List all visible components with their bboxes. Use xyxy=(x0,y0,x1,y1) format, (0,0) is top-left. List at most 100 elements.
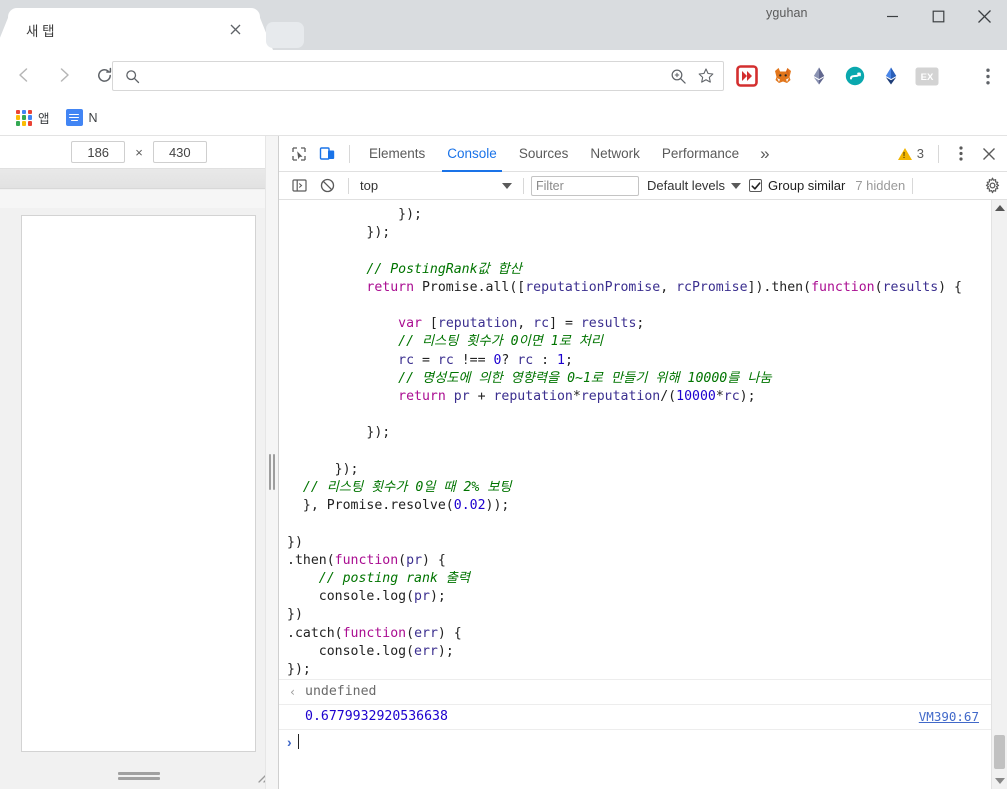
chrome-browser-window: 새 탭 yguhan EX 앱 N 186 × 430 Elements Con… xyxy=(0,0,1007,789)
tab-sources[interactable]: Sources xyxy=(508,136,580,172)
code-token: reputation xyxy=(493,389,573,405)
inspect-element-icon[interactable] xyxy=(285,140,313,168)
teal-circle-extension-icon[interactable] xyxy=(840,61,870,91)
warning-count-label: 3 xyxy=(916,146,924,161)
console-context-selector[interactable]: top xyxy=(356,176,516,196)
scrollbar-down-arrow-icon[interactable] xyxy=(992,773,1007,789)
tab-strip: 새 탭 yguhan xyxy=(0,0,1007,50)
browser-tab[interactable]: 새 탭 xyxy=(0,8,273,50)
warning-count-badge[interactable]: 3 xyxy=(892,146,930,161)
bookmark-item-n[interactable]: N xyxy=(60,105,104,130)
code-line: }); xyxy=(287,424,983,442)
code-token: 10000 xyxy=(676,389,716,405)
console-toolbar: top Default levels Group similar 7 hidde… xyxy=(279,172,1007,200)
devtools-close-icon[interactable] xyxy=(975,140,1003,168)
viewport-resize-handle[interactable] xyxy=(118,772,160,780)
device-emulation-pane: 186 × 430 xyxy=(0,136,279,789)
code-line: console.log(err); xyxy=(287,643,983,661)
bookmarks-bar: 앱 N xyxy=(0,100,1007,136)
minimize-icon[interactable] xyxy=(869,0,915,32)
console-filter-input[interactable] xyxy=(531,175,639,196)
ethereum-blue-extension-icon[interactable] xyxy=(876,61,906,91)
console-levels-label: Default levels xyxy=(647,178,726,193)
device-height-input[interactable]: 430 xyxy=(152,141,207,163)
code-token: ( xyxy=(874,279,883,295)
code-token: [ xyxy=(421,316,438,332)
tab-close-icon[interactable] xyxy=(226,20,244,38)
code-token: ( xyxy=(398,552,407,568)
devtools-tabbar-right: 3 xyxy=(892,140,1007,168)
prompt-caret-icon: › xyxy=(287,733,292,750)
devtools-tab-bar: Elements Console Sources Network Perform… xyxy=(279,136,1007,172)
bookmark-label-apps: 앱 xyxy=(38,112,50,126)
device-dimensions-toolbar: 186 × 430 xyxy=(0,136,278,169)
code-token: reputation xyxy=(437,316,518,332)
code-token: 1 xyxy=(557,352,565,368)
ethereum-gray-extension-icon[interactable] xyxy=(804,61,834,91)
group-similar-checkbox[interactable] xyxy=(749,179,763,192)
code-line: return pr + reputation*reputation/(10000… xyxy=(287,388,983,406)
code-token: * xyxy=(715,389,724,405)
bookmark-item-apps[interactable]: 앱 xyxy=(10,104,56,131)
console-result-undefined: ‹ undefined xyxy=(279,679,991,704)
close-icon[interactable] xyxy=(961,0,1007,32)
fast-forward-extension-icon[interactable] xyxy=(732,61,762,91)
code-token: ); xyxy=(437,643,454,659)
toggle-device-toolbar-icon[interactable] xyxy=(313,140,341,168)
code-token: ); xyxy=(739,389,756,405)
new-tab-button[interactable] xyxy=(266,22,304,48)
code-token: pr xyxy=(453,389,470,405)
code-token: }); xyxy=(334,461,359,477)
code-line: // PostingRank값 합산 xyxy=(287,261,983,279)
tab-network[interactable]: Network xyxy=(579,136,651,172)
code-line: // 리스팅 횟수가 0일 때 2% 보팅 xyxy=(287,479,983,497)
tab-console[interactable]: Console xyxy=(436,136,508,172)
code-token: // 리스팅 횟수가 0일 때 2% 보팅 xyxy=(302,480,512,496)
code-token: var xyxy=(398,316,422,332)
code-token: ( xyxy=(406,625,415,641)
console-settings-icon[interactable] xyxy=(984,177,1007,194)
tab-elements[interactable]: Elements xyxy=(358,136,436,172)
tab-performance[interactable]: Performance xyxy=(651,136,750,172)
code-token: = xyxy=(414,352,438,368)
log-source-link[interactable]: VM390:67 xyxy=(919,708,979,726)
chrome-menu-icon[interactable] xyxy=(973,61,1003,91)
address-bar[interactable] xyxy=(112,61,724,91)
console-scrollbar[interactable] xyxy=(991,200,1007,789)
code-token: results xyxy=(882,279,939,295)
code-token: Promise.all([ xyxy=(414,279,526,295)
panel-splitter-grip[interactable] xyxy=(269,454,275,490)
emulated-page-frame[interactable] xyxy=(21,215,256,752)
code-token: ) { xyxy=(422,552,446,568)
console-sidebar-toggle-icon[interactable] xyxy=(285,172,313,200)
group-similar-label: Group similar xyxy=(768,178,846,193)
group-similar-toggle[interactable]: Group similar xyxy=(749,178,845,193)
panel-splitter[interactable] xyxy=(265,136,278,789)
clear-console-icon[interactable] xyxy=(313,172,341,200)
code-token: }); xyxy=(287,662,311,678)
device-width-input[interactable]: 186 xyxy=(71,141,126,163)
metamask-fox-extension-icon[interactable] xyxy=(768,61,798,91)
code-line: }) xyxy=(287,606,983,624)
address-input[interactable] xyxy=(150,68,670,84)
scrollbar-up-arrow-icon[interactable] xyxy=(992,200,1007,216)
code-token: rc xyxy=(437,352,454,368)
console-toolbar-divider-3 xyxy=(912,177,914,194)
back-icon[interactable] xyxy=(8,59,40,91)
zoom-icon[interactable] xyxy=(670,68,687,85)
code-line: }, Promise.resolve(0.02)); xyxy=(287,497,983,515)
console-levels-dropdown[interactable]: Default levels xyxy=(639,178,749,193)
code-token: // posting rank 출력 xyxy=(318,571,471,587)
code-token: rc xyxy=(723,389,740,405)
profile-name-label[interactable]: yguhan xyxy=(766,6,808,20)
console-prompt-row[interactable]: › xyxy=(279,729,991,753)
tabs-overflow-icon[interactable]: » xyxy=(750,145,779,162)
bookmark-star-icon[interactable] xyxy=(697,67,715,85)
ex-extension-icon[interactable]: EX xyxy=(912,61,942,91)
code-token: , xyxy=(517,316,534,332)
maximize-icon[interactable] xyxy=(915,0,961,32)
forward-icon[interactable] xyxy=(48,59,80,91)
scrollbar-thumb[interactable] xyxy=(994,735,1005,769)
devtools-more-icon[interactable] xyxy=(947,140,975,168)
